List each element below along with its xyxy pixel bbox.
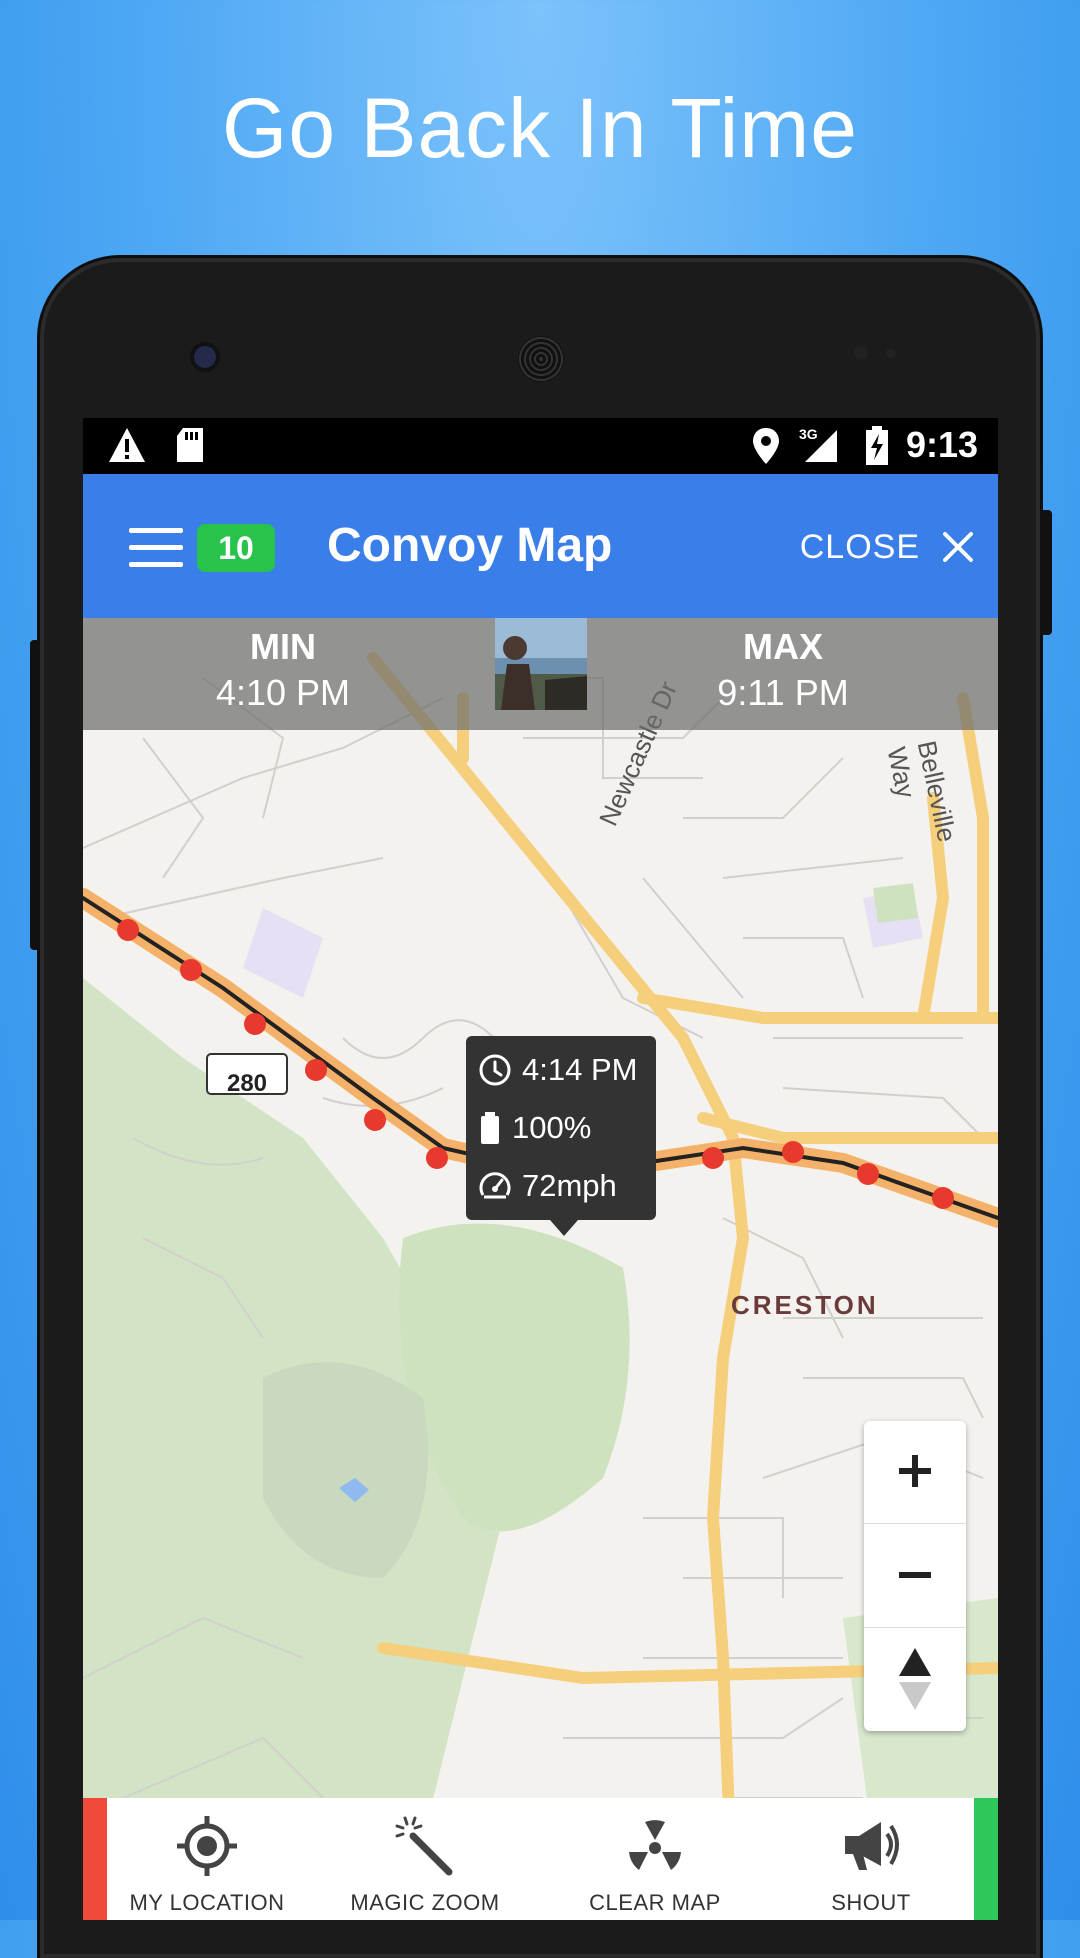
- user-photo-thumbnail[interactable]: [495, 618, 587, 710]
- battery-icon: [481, 1112, 499, 1144]
- close-label: CLOSE: [799, 527, 920, 566]
- zoom-in-button[interactable]: [864, 1421, 966, 1521]
- min-label: MIN: [250, 626, 316, 667]
- tooltip-speed-row: 72mph: [478, 1166, 617, 1206]
- highway-shield: 280: [226, 1070, 268, 1097]
- shout-button[interactable]: SHOUT: [771, 1798, 971, 1920]
- minus-icon: [899, 1572, 931, 1578]
- app-bar: 10 Convoy Map CLOSE: [83, 474, 998, 618]
- tooltip-battery: 100%: [512, 1110, 592, 1145]
- tooltip-battery-row: 100%: [478, 1108, 591, 1148]
- max-label: MAX: [743, 626, 823, 667]
- map-canvas[interactable]: [83, 618, 998, 1920]
- shout-label: SHOUT: [831, 1890, 911, 1915]
- zoom-out-button[interactable]: [864, 1525, 966, 1625]
- min-value: 4:10 PM: [215, 672, 351, 713]
- time-min[interactable]: MIN 4:10 PM: [193, 626, 373, 714]
- location-pin-icon: [753, 428, 779, 464]
- time-range-bar: MIN 4:10 PM MAX 9:11 PM: [83, 618, 998, 730]
- zoom-divider: [864, 1627, 966, 1628]
- page-title: Convoy Map: [327, 519, 613, 572]
- power-button: [1040, 510, 1052, 635]
- my-location-label: MY LOCATION: [129, 1890, 285, 1915]
- crosshair-icon: [177, 1816, 237, 1876]
- bottom-nav: MY LOCATION MAGIC ZOOM CLEAR MAP SHOUT: [83, 1798, 998, 1920]
- clear-map-button[interactable]: CLEAR MAP: [555, 1798, 755, 1920]
- zoom-divider: [864, 1523, 966, 1524]
- headline: Go Back In Time: [222, 81, 858, 175]
- magic-zoom-button[interactable]: MAGIC ZOOM: [325, 1798, 525, 1920]
- clock: 9:13: [905, 424, 978, 465]
- volume-rocker: [30, 640, 40, 950]
- front-camera: [194, 346, 216, 368]
- magic-zoom-label: MAGIC ZOOM: [350, 1890, 500, 1915]
- sd-card-icon: [177, 428, 203, 462]
- time-max[interactable]: MAX 9:11 PM: [693, 626, 873, 714]
- menu-icon-line: [129, 562, 183, 567]
- signal-icon: [805, 430, 837, 462]
- status-stripe-green: [974, 1798, 998, 1920]
- radiation-icon: [629, 1820, 681, 1870]
- menu-button[interactable]: [129, 528, 183, 568]
- megaphone-icon: [845, 1822, 899, 1870]
- clock-icon: [479, 1054, 511, 1086]
- tooltip-speed: 72mph: [522, 1168, 617, 1203]
- magic-wand-icon: [395, 1816, 453, 1876]
- place-label: CRESTON: [731, 1290, 879, 1320]
- menu-icon-line: [129, 545, 183, 550]
- max-value: 9:11 PM: [717, 672, 849, 713]
- map-zoom-controls: [864, 1421, 966, 1731]
- earpiece-speaker: [518, 336, 564, 382]
- plus-icon: [899, 1455, 931, 1487]
- speedometer-icon: [479, 1172, 511, 1199]
- battery-charging-icon: [866, 426, 888, 465]
- status-bar: 3G 9:13: [83, 418, 998, 474]
- warning-icon: [109, 428, 145, 462]
- status-stripe-red: [83, 1798, 107, 1920]
- my-location-button[interactable]: MY LOCATION: [107, 1798, 307, 1920]
- tooltip-time: 4:14 PM: [522, 1052, 638, 1087]
- phone-screen: 280 CRESTON Newcastle Dr Belleville Way …: [83, 418, 998, 1920]
- close-button[interactable]: CLOSE: [800, 520, 974, 574]
- location-tooltip[interactable]: 4:14 PM 100% 72mph: [466, 1036, 656, 1236]
- member-count-badge[interactable]: 10: [197, 524, 275, 572]
- compass-icon: [899, 1648, 931, 1710]
- compass-button[interactable]: [864, 1629, 966, 1729]
- menu-icon-line: [129, 528, 183, 533]
- clear-map-label: CLEAR MAP: [589, 1890, 721, 1915]
- tooltip-time-row: 4:14 PM: [478, 1050, 637, 1090]
- light-sensor: [886, 348, 896, 358]
- proximity-sensor: [854, 346, 868, 360]
- close-icon: [943, 532, 973, 562]
